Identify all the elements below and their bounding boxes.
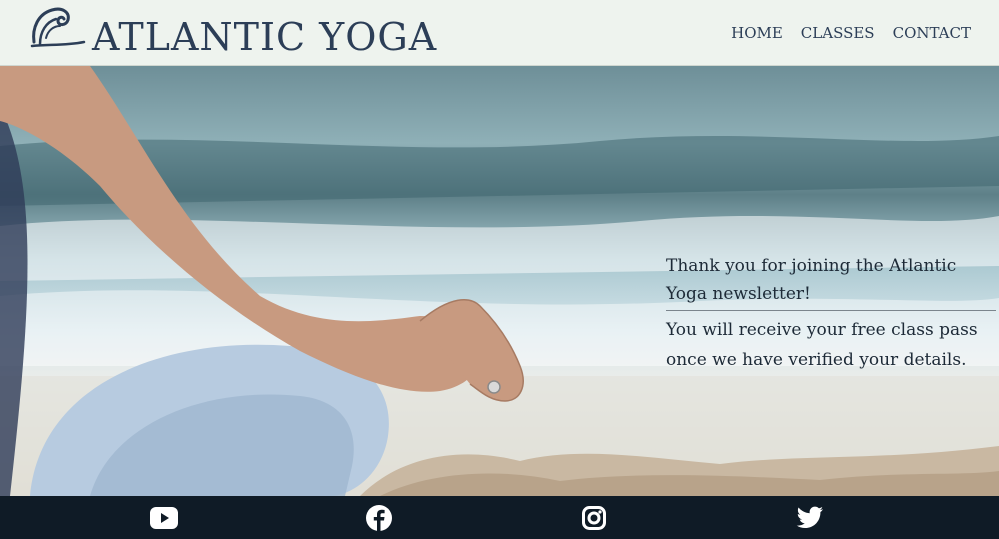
confirmation-message: Thank you for joining the Atlantic Yoga … (666, 252, 996, 375)
main-nav: HOME CLASSES CONTACT (731, 22, 971, 44)
nav-classes[interactable]: CLASSES (801, 22, 875, 44)
youtube-icon[interactable] (150, 504, 178, 532)
facebook-icon[interactable] (365, 504, 393, 532)
twitter-icon[interactable] (796, 504, 824, 532)
nav-home[interactable]: HOME (731, 22, 783, 44)
message-verification: You will receive your free class pass on… (666, 320, 978, 370)
site-header: ATLANTIC YOGA HOME CLASSES CONTACT (0, 0, 999, 66)
wave-icon[interactable] (28, 4, 86, 50)
instagram-icon[interactable] (580, 504, 608, 532)
site-brand[interactable]: ATLANTIC YOGA (92, 12, 437, 62)
nav-contact[interactable]: CONTACT (893, 22, 971, 44)
message-thanks: Thank you for joining the Atlantic Yoga … (666, 252, 996, 311)
hero-image: Thank you for joining the Atlantic Yoga … (0, 66, 999, 496)
site-footer (0, 496, 999, 539)
